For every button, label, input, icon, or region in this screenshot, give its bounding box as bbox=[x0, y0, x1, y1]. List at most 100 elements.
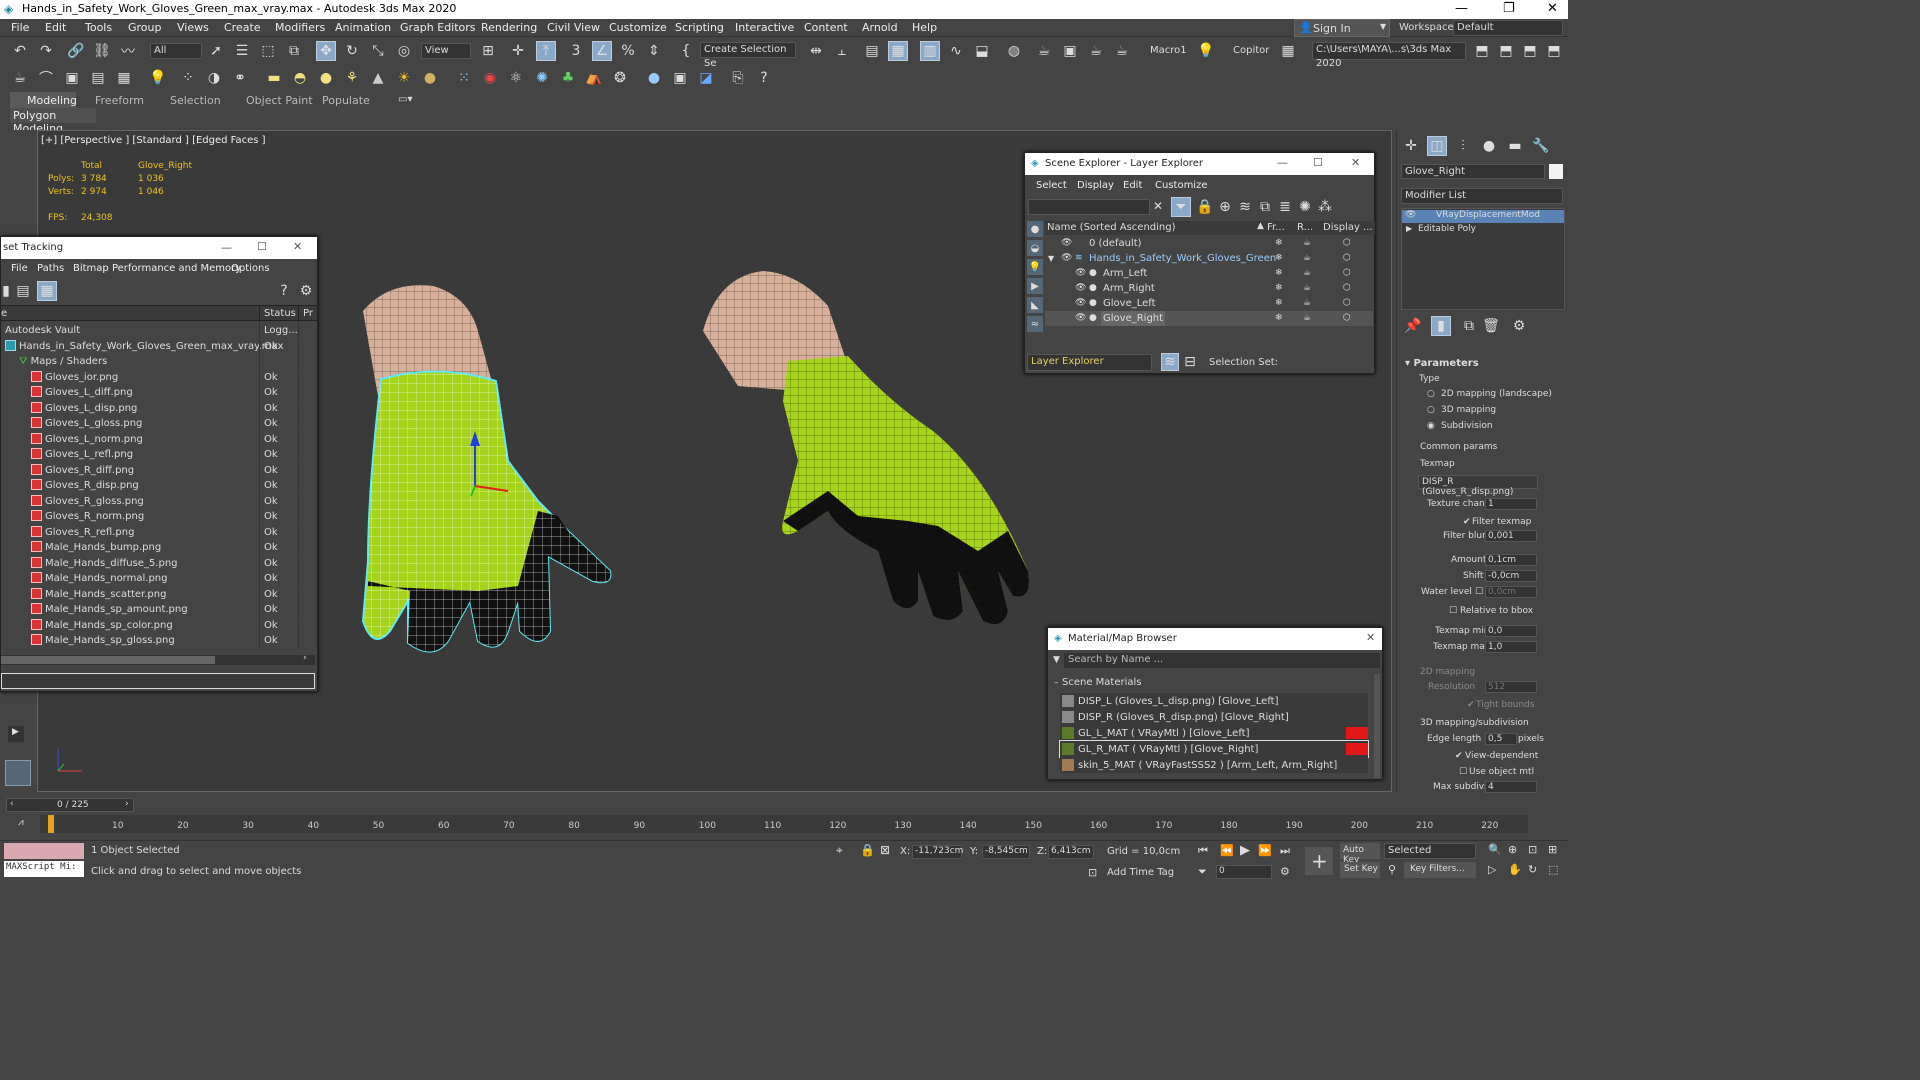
asset-menu-bitmap[interactable]: Bitmap Performance and Memory bbox=[73, 263, 241, 274]
zoom-extents-icon[interactable]: ⊡ bbox=[1528, 843, 1537, 856]
object-row-arm-right[interactable]: 👁 ● Arm_Right ❄ ☕ ⬡ bbox=[1045, 281, 1373, 296]
texmap-min-spinner[interactable]: 0,0 bbox=[1485, 625, 1537, 637]
freeze-icon[interactable]: ❄ bbox=[1275, 251, 1283, 266]
key-filter-icon[interactable]: ⚲ bbox=[1388, 863, 1396, 876]
menu-group[interactable]: Group bbox=[128, 21, 162, 34]
asset-file-row[interactable]: Gloves_R_disp.png Ok bbox=[1, 478, 315, 493]
menu-create[interactable]: Create bbox=[224, 21, 261, 34]
maxscript-listener-box[interactable] bbox=[4, 843, 84, 859]
proxy-icon[interactable]: ◉ bbox=[480, 68, 500, 88]
toggle-ribbon-icon[interactable]: ▥ bbox=[920, 41, 940, 61]
cone-icon[interactable]: ▲ bbox=[368, 68, 388, 88]
zoom-icon[interactable]: 🔍 bbox=[1488, 843, 1502, 856]
close-icon[interactable]: ✕ bbox=[1351, 156, 1360, 169]
radio-subdivision[interactable]: ◉ bbox=[1427, 421, 1435, 431]
asset-file-row[interactable]: Male_Hands_bump.png Ok bbox=[1, 540, 315, 555]
edit-named-selection-icon[interactable]: { bbox=[676, 41, 696, 61]
render-icon[interactable]: ☕ bbox=[1303, 251, 1311, 266]
glove-left-model[interactable] bbox=[703, 271, 1029, 625]
go-to-end-icon[interactable]: ⏭ bbox=[1280, 844, 1290, 858]
move-icon[interactable]: ✥ bbox=[316, 41, 336, 61]
select-manipulate-icon[interactable]: ✛ bbox=[508, 41, 528, 61]
view-dependent-checkbox[interactable]: ✔ bbox=[1455, 751, 1463, 761]
zoom-all-icon[interactable]: ⊕ bbox=[1508, 843, 1517, 856]
render-icon[interactable]: ☕ bbox=[1303, 296, 1311, 311]
asset-menu-file[interactable]: File bbox=[11, 263, 28, 274]
ribbon-tab-object-paint[interactable]: Object Paint bbox=[246, 94, 313, 107]
toggle-scene-explorer-icon[interactable]: ▦ bbox=[888, 41, 908, 61]
render-setup-icon[interactable]: ☕ bbox=[1034, 41, 1054, 61]
close-icon[interactable]: ✕ bbox=[1547, 1, 1558, 16]
vray-fur-icon[interactable]: ✺ bbox=[532, 68, 552, 88]
layer-row-default[interactable]: 👁 0 (default) ❄ ☕ ⬡ bbox=[1045, 236, 1373, 251]
scene-file-row[interactable]: Hands_in_Safety_Work_Gloves_Green_max_vr… bbox=[1, 338, 315, 354]
pin-stack-icon[interactable]: 📌 bbox=[1403, 316, 1423, 336]
minimize-icon[interactable]: — bbox=[1455, 1, 1468, 16]
column-name[interactable]: e bbox=[1, 308, 7, 319]
select-object-icon[interactable]: ➚ bbox=[206, 41, 226, 61]
shift-spinner[interactable]: -0,0cm bbox=[1485, 570, 1537, 582]
material-slot-icon[interactable]: ◪ bbox=[696, 68, 716, 88]
remove-modifier-icon[interactable]: 🗑 bbox=[1481, 316, 1501, 336]
rotate-icon[interactable]: ↻ bbox=[342, 41, 362, 61]
parameters-rollout-header[interactable]: ▾ Parameters bbox=[1405, 358, 1479, 369]
camera-filter-icon[interactable]: ▶ bbox=[1027, 278, 1043, 294]
collapse-arrow-icon[interactable]: ▼ bbox=[1048, 251, 1054, 266]
menu-modifiers[interactable]: Modifiers bbox=[275, 21, 325, 34]
radio-3d-mapping[interactable]: ○ bbox=[1427, 405, 1435, 415]
grid-view-icon[interactable]: ▦ bbox=[37, 281, 57, 301]
selection-set-icon[interactable]: ⊟ bbox=[1181, 353, 1199, 371]
ies-light-icon[interactable]: ● bbox=[420, 68, 440, 88]
time-cursor[interactable] bbox=[48, 815, 54, 833]
clear-search-icon[interactable]: ✕ bbox=[1153, 199, 1163, 213]
asset-file-row[interactable]: Gloves_ior.png Ok bbox=[1, 369, 315, 385]
ref-coord-dropdown[interactable]: View bbox=[421, 43, 471, 59]
clipper-icon[interactable]: ❂ bbox=[610, 68, 630, 88]
render-production-icon[interactable]: ☕ bbox=[1086, 41, 1106, 61]
asset-file-row[interactable]: Gloves_L_diff.png Ok bbox=[1, 385, 315, 400]
plane-icon[interactable]: ▬ bbox=[264, 68, 284, 88]
menu-rendering[interactable]: Rendering bbox=[481, 21, 537, 34]
freeze-icon[interactable]: ❄ bbox=[1275, 266, 1283, 281]
asset-menu-paths[interactable]: Paths bbox=[37, 263, 64, 274]
scale-icon[interactable]: ⤡ bbox=[368, 41, 388, 61]
asset-file-row[interactable]: Gloves_L_disp.png Ok bbox=[1, 400, 315, 416]
shape-filter-icon[interactable]: ◒ bbox=[1027, 240, 1043, 256]
current-frame-field[interactable]: 0 bbox=[1216, 865, 1272, 879]
scene-materials-header[interactable]: Scene Materials bbox=[1062, 677, 1142, 688]
object-row-glove-right-selected[interactable]: 👁 ● Glove_Right ❄ ☕ ⬡ bbox=[1045, 311, 1373, 326]
folder-options-icon[interactable]: ⬒ bbox=[1544, 41, 1564, 61]
menu-edit[interactable]: Edit bbox=[45, 21, 66, 34]
link-icon[interactable]: 🔗 bbox=[66, 41, 86, 61]
render-icon[interactable]: ☕ bbox=[1303, 266, 1311, 281]
asset-path-field[interactable] bbox=[1, 673, 315, 689]
light-filter-icon[interactable]: 💡 bbox=[1027, 259, 1043, 275]
align-icon[interactable]: ⫠ bbox=[832, 41, 852, 61]
mirror-icon[interactable]: ⇹ bbox=[806, 41, 826, 61]
menu-file[interactable]: File bbox=[11, 21, 29, 34]
texture-chan-spinner[interactable]: 1 bbox=[1485, 498, 1537, 510]
utilities-tab-icon[interactable]: 🔧 bbox=[1531, 136, 1551, 156]
asset-menu-options[interactable]: Options bbox=[231, 263, 270, 274]
display-icon[interactable]: ⬡ bbox=[1343, 251, 1351, 266]
absolute-mode-icon[interactable]: ⊠ bbox=[880, 843, 890, 857]
asset-file-row[interactable]: Male_Hands_normal.png Ok bbox=[1, 571, 315, 586]
configure-sets-icon[interactable]: ⚙ bbox=[1509, 316, 1529, 336]
next-key-icon[interactable]: ⏩ bbox=[1258, 844, 1272, 857]
curve-icon[interactable]: ⌒ bbox=[36, 68, 56, 88]
menu-views[interactable]: Views bbox=[177, 21, 209, 34]
explorer-search-field[interactable] bbox=[1028, 199, 1150, 215]
visibility-eye-icon[interactable]: 👁 bbox=[1075, 296, 1086, 311]
minimize-icon[interactable]: — bbox=[221, 241, 232, 254]
helper-filter-icon[interactable]: ◣ bbox=[1027, 297, 1043, 313]
snaps-toggle-icon[interactable]: 3 bbox=[566, 41, 586, 61]
texmap-max-spinner[interactable]: 1,0 bbox=[1485, 641, 1537, 653]
scroll-right-icon[interactable]: › bbox=[303, 653, 307, 663]
prev-key-icon[interactable]: ⏪ bbox=[1220, 844, 1234, 857]
x-coordinate-field[interactable]: -11,723cm bbox=[912, 845, 963, 859]
ribbon-options-icon[interactable]: ▭▾ bbox=[398, 94, 412, 105]
sign-in-dropdown[interactable]: 👤 Sign In ▼ bbox=[1294, 19, 1390, 37]
set-key-big-icon[interactable]: + bbox=[1305, 847, 1333, 875]
select-by-name-icon[interactable]: ☰ bbox=[232, 41, 252, 61]
key-mode-icon[interactable]: ⏷ bbox=[1198, 865, 1207, 879]
